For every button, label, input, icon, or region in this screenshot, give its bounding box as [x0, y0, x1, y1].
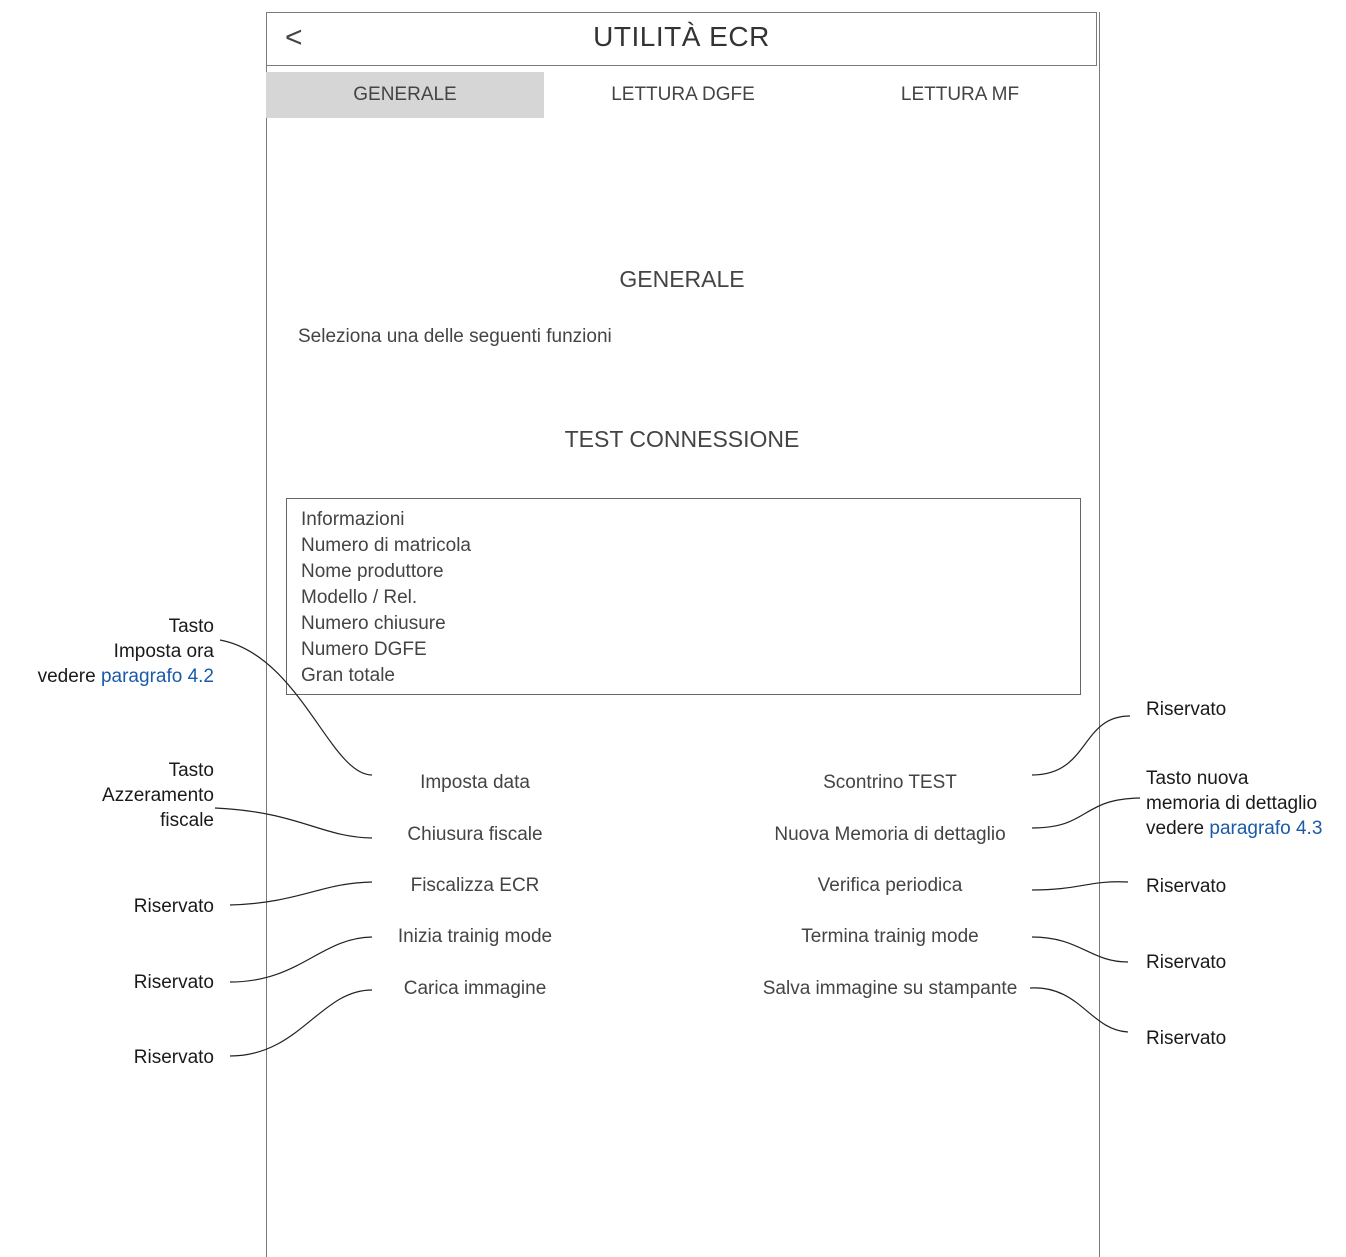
- annotation-fiscal-reset: Tasto Azzeramento fiscale: [102, 758, 214, 833]
- annotation-reserved: Riservato: [133, 972, 214, 993]
- annotation-line: Imposta ora: [113, 641, 214, 662]
- reference-prefix: vedere: [1146, 818, 1210, 839]
- connector-set-time: [219, 639, 373, 776]
- paragraph-link[interactable]: paragrafo 4.3: [1209, 818, 1322, 839]
- connector-periodic-check: [1031, 881, 1129, 891]
- annotation-reference: vedere paragrafo 4.2: [38, 664, 214, 689]
- paragraph-link[interactable]: paragrafo 4.2: [101, 666, 214, 687]
- annotation-line: fiscale: [160, 810, 214, 831]
- annotation-reserved: Riservato: [1146, 699, 1227, 720]
- annotation-reserved: Riservato: [1146, 952, 1227, 973]
- annotation-reserved: Riservato: [1146, 1028, 1227, 1049]
- connector-start-training: [229, 936, 373, 983]
- annotation-line: Tasto: [168, 616, 214, 637]
- annotation-reserved: Riservato: [133, 1047, 214, 1068]
- connector-fiscal-closure: [214, 807, 373, 839]
- annotation-line: Tasto nuova: [1146, 768, 1249, 789]
- annotation-line: Tasto: [168, 760, 214, 781]
- connector-fiscalize: [229, 881, 373, 906]
- annotation-line: memoria di dettaglio: [1146, 793, 1318, 814]
- connector-end-training: [1031, 936, 1129, 963]
- connector-detail-memory: [1031, 797, 1141, 829]
- connector-load-image: [229, 989, 373, 1057]
- annotation-set-time: Tasto Imposta ora vedere paragrafo 4.2: [38, 614, 214, 689]
- annotation-detail-memory: Tasto nuova memoria di dettaglio vedere …: [1146, 766, 1322, 841]
- annotation-reserved: Riservato: [1146, 876, 1227, 897]
- annotation-reference: vedere paragrafo 4.3: [1146, 816, 1322, 841]
- annotation-line: Azzeramento: [102, 785, 214, 806]
- reference-prefix: vedere: [37, 666, 101, 687]
- connector-save-image: [1029, 987, 1129, 1033]
- connector-test-receipt: [1031, 715, 1131, 776]
- annotation-reserved: Riservato: [133, 896, 214, 917]
